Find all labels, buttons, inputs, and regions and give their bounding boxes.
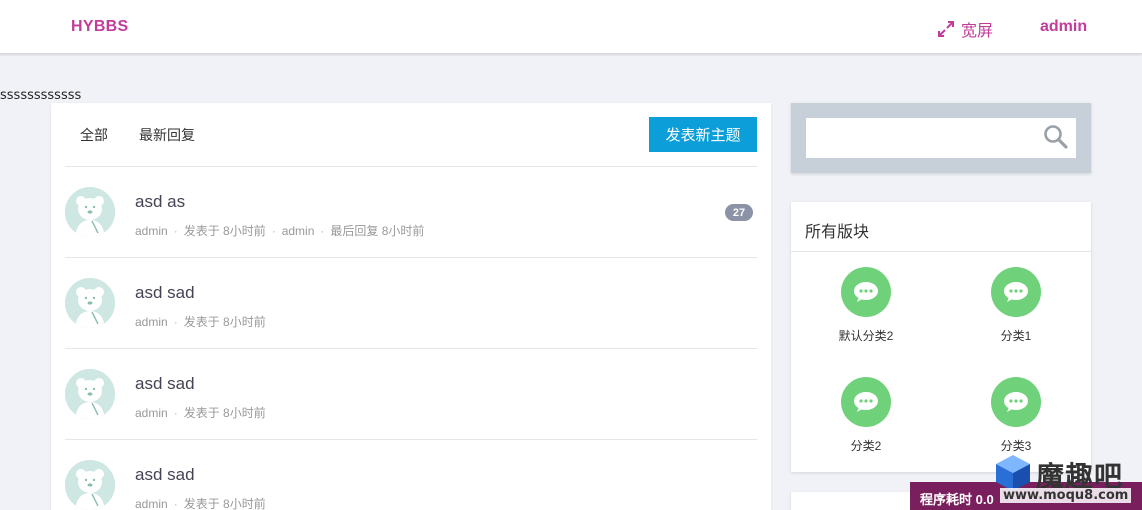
topic-list-card: 全部 最新回复 发表新主题 asd as admin · 发表于 8小时前 · admi… [51,103,771,510]
forums-title: 所有版块 [805,224,870,241]
topic-author-link[interactable]: admin [135,406,168,420]
chat-bubble-icon [841,377,891,427]
forum-name: 分类3 [1000,439,1032,453]
topic-meta: admin · 发表于 8小时前 [135,497,266,510]
topic-meta: admin · 发表于 8小时前 · admin · 最后回复 8小时前 [135,224,425,238]
wide-screen-button[interactable]: 宽屏 [937,17,993,41]
bear-avatar-icon [65,460,115,510]
bear-avatar-icon [65,278,115,328]
forums-header: 所有版块 [791,202,1091,252]
forum-name: 默认分类2 [838,329,894,343]
topic-row: asd sad admin · 发表于 8小时前 [65,440,757,510]
wide-screen-label: 宽屏 [961,23,994,40]
forum-item[interactable]: 分类1 [941,252,1091,362]
tab-latest-reply[interactable]: 最新回复 [139,125,195,145]
forum-name: 分类2 [850,439,882,453]
topic-meta: admin · 发表于 8小时前 [135,315,266,329]
watermark-url: www.moqu8.com [1000,488,1132,503]
chat-bubble-icon [841,267,891,317]
chat-bubble-icon [991,267,1041,317]
avatar[interactable] [65,187,115,237]
new-topic-button[interactable]: 发表新主题 [649,117,757,152]
forum-name: 分类1 [1000,329,1032,343]
last-reply-time: 最后回复 8小时前 [330,224,425,238]
topic-title-link[interactable]: asd as [135,192,185,212]
expand-icon [938,21,954,37]
topic-author-link[interactable]: admin [135,224,168,238]
chat-bubble-icon [991,377,1041,427]
topic-title-link[interactable]: asd sad [135,374,195,394]
last-reply-author-link[interactable]: admin [282,224,315,238]
topic-row: asd sad admin · 发表于 8小时前 [65,349,757,440]
topic-posted-time: 发表于 8小时前 [183,224,266,238]
topic-title-link[interactable]: asd sad [135,283,195,303]
forum-item[interactable]: 默认分类2 [791,252,941,362]
debug-text: ssssssssssss [0,88,82,103]
tab-all[interactable]: 全部 [80,125,108,145]
avatar[interactable] [65,278,115,328]
topic-row: asd sad admin · 发表于 8小时前 [65,258,757,349]
avatar[interactable] [65,460,115,510]
avatar[interactable] [65,369,115,419]
topic-title-link[interactable]: asd sad [135,465,195,485]
brand-logo-link[interactable]: HYBBS [71,18,129,36]
search-icon[interactable] [1043,124,1069,150]
topic-posted-time: 发表于 8小时前 [183,497,266,510]
topic-tabs: 全部 最新回复 发表新主题 [51,103,771,167]
topic-author-link[interactable]: admin [135,497,168,510]
topic-posted-time: 发表于 8小时前 [183,315,266,329]
topic-posted-time: 发表于 8小时前 [183,406,266,420]
bear-avatar-icon [65,187,115,237]
topic-meta: admin · 发表于 8小时前 [135,406,266,420]
top-navbar: HYBBS 宽屏 admin [0,0,1142,54]
forums-card: 所有版块 默认分类2 分类1 分类2 分类3 [791,202,1091,472]
bear-avatar-icon [65,369,115,419]
topic-row: asd as admin · 发表于 8小时前 · admin · 最后回复 8小时前 27 [65,167,757,258]
topic-author-link[interactable]: admin [135,315,168,329]
user-menu-link[interactable]: admin [1040,18,1087,36]
forum-item[interactable]: 分类2 [791,362,941,472]
search-card [791,103,1091,173]
search-input[interactable] [806,118,1076,158]
cube-logo-icon [996,455,1030,491]
reply-count-badge: 27 [725,204,753,221]
